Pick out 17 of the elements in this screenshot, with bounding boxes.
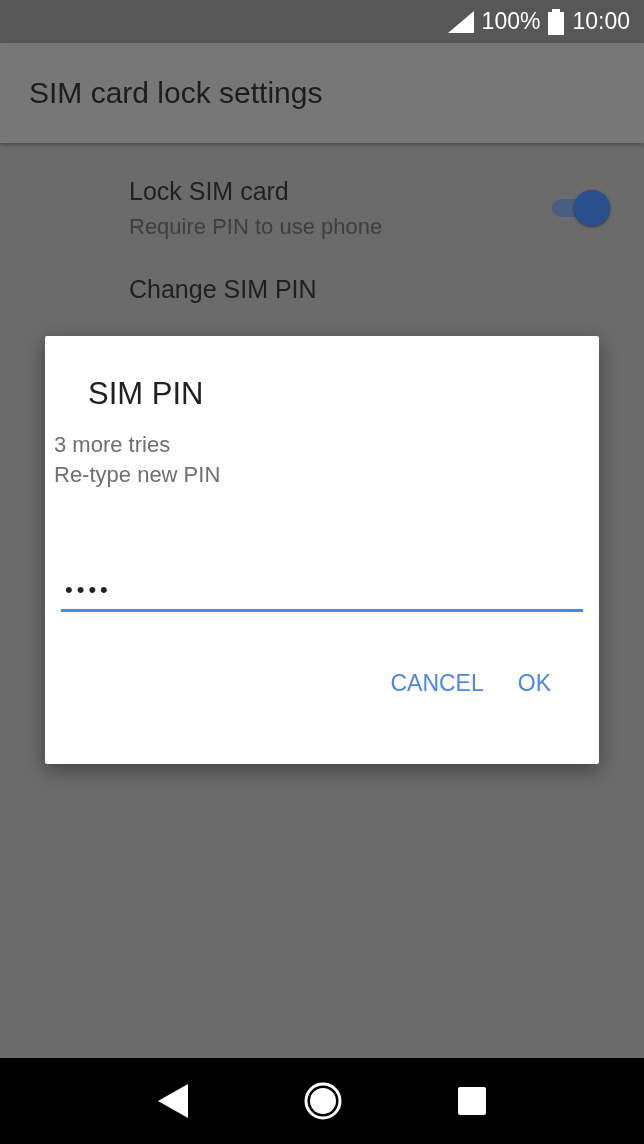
ok-button[interactable]: OK <box>505 662 563 705</box>
cancel-button[interactable]: CANCEL <box>378 662 496 705</box>
home-icon[interactable] <box>303 1081 343 1121</box>
battery-percentage: 100% <box>481 8 541 35</box>
pin-input-field[interactable]: •••• <box>61 570 583 612</box>
setting-title[interactable]: Lock SIM card <box>129 176 552 206</box>
battery-icon <box>548 8 565 35</box>
recents-icon[interactable] <box>458 1087 487 1115</box>
clock: 10:00 <box>572 8 630 35</box>
toggle-switch[interactable] <box>552 189 610 227</box>
back-icon[interactable] <box>157 1084 188 1118</box>
dialog-title: SIM PIN <box>88 376 204 412</box>
signal-icon <box>447 10 474 33</box>
screen-title: SIM card lock settings <box>29 76 323 110</box>
dialog-message: Re-type new PIN <box>54 461 221 489</box>
setting-title[interactable]: Change SIM PIN <box>129 275 610 304</box>
dialog-message: 3 more tries <box>54 431 171 459</box>
